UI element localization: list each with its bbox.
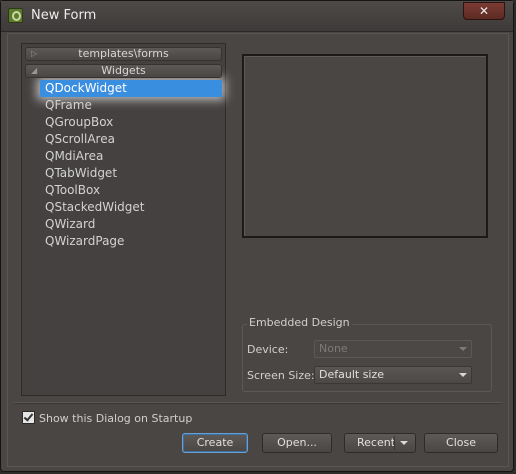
tree-item-qtoolbox[interactable]: QToolBox: [40, 182, 225, 199]
window-close-button[interactable]: ✕: [463, 2, 505, 20]
tree-item-qstackedwidget[interactable]: QStackedWidget: [40, 199, 225, 216]
form-preview: [242, 54, 488, 238]
tree-item-qdockwidget[interactable]: QDockWidget: [40, 80, 222, 97]
widget-list: QDockWidget QFrame QGroupBox QScrollArea…: [22, 80, 225, 250]
template-tree[interactable]: ▷ templates\forms ◢ Widgets QDockWidget …: [21, 43, 226, 396]
recent-label: Recent: [357, 436, 396, 449]
tree-item-qwizardpage[interactable]: QWizardPage: [40, 233, 225, 250]
collapsed-arrow-icon[interactable]: ▷: [31, 48, 37, 60]
tree-item-qtabwidget[interactable]: QTabWidget: [40, 165, 225, 182]
title-bar: New Form ✕: [1, 1, 513, 32]
tree-item-qmdiarea[interactable]: QMdiArea: [40, 148, 225, 165]
show-on-startup-checkbox[interactable]: [22, 411, 35, 424]
recent-divider: [394, 436, 395, 450]
device-select[interactable]: None: [314, 340, 472, 358]
tree-item-qscrollarea[interactable]: QScrollArea: [40, 131, 225, 148]
chevron-down-icon: [459, 373, 467, 377]
expanded-arrow-icon[interactable]: ◢: [31, 65, 37, 77]
tree-category-widgets[interactable]: ◢ Widgets: [25, 64, 222, 78]
tree-item-qframe[interactable]: QFrame: [40, 97, 225, 114]
tree-category-templates-forms[interactable]: ▷ templates\forms: [25, 47, 222, 61]
show-on-startup-label[interactable]: Show this Dialog on Startup: [39, 412, 192, 425]
screen-size-value: Default size: [319, 368, 385, 381]
close-button[interactable]: Close: [424, 433, 498, 453]
open-button[interactable]: Open...: [262, 433, 332, 453]
device-value: None: [319, 342, 348, 355]
create-button[interactable]: Create: [182, 433, 248, 453]
chevron-down-icon[interactable]: [400, 441, 408, 445]
category-label: templates\forms: [78, 47, 169, 60]
tree-item-qwizard[interactable]: QWizard: [40, 216, 225, 233]
embedded-design-title: Embedded Design: [247, 316, 352, 329]
embedded-design-group: Embedded Design Device: None Screen Size…: [242, 316, 494, 392]
new-form-dialog: New Form ✕ ▷ templates\forms ◢ Widgets Q…: [0, 0, 514, 472]
separator: [14, 402, 502, 404]
category-label: Widgets: [101, 64, 146, 77]
device-label: Device:: [247, 343, 289, 356]
screen-size-label: Screen Size:: [247, 369, 315, 382]
chevron-down-icon: [459, 347, 467, 351]
screen-size-select[interactable]: Default size: [314, 366, 472, 384]
window-title: New Form: [31, 8, 97, 23]
qt-designer-app-icon: [8, 8, 23, 23]
show-on-startup-option[interactable]: Show this Dialog on Startup: [22, 411, 192, 425]
recent-button[interactable]: Recent: [344, 433, 416, 453]
dialog-body: ▷ templates\forms ◢ Widgets QDockWidget …: [7, 33, 509, 467]
tree-item-qgroupbox[interactable]: QGroupBox: [40, 114, 225, 131]
